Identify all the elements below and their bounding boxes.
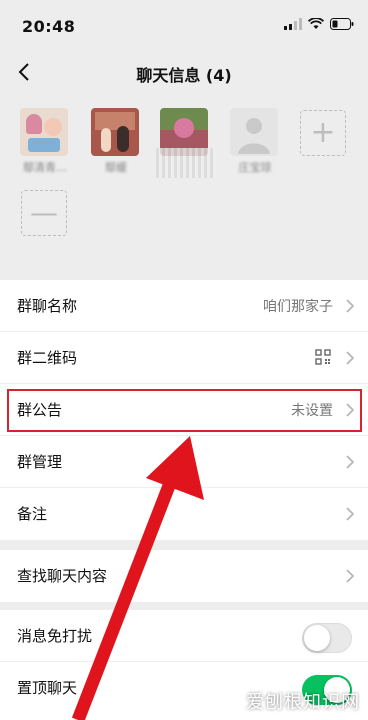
annotation-arrow — [71, 436, 204, 720]
watermark: 爱刨根知识网 — [246, 692, 360, 713]
